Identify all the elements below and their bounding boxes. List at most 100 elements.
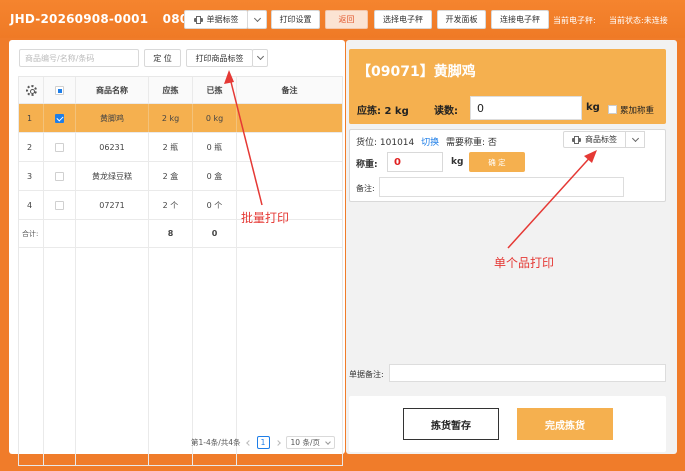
total-empty [44, 220, 76, 247]
current-status-label: 当前状态: [609, 16, 644, 25]
column-memo: 备注 [237, 77, 342, 103]
grid-line [43, 248, 44, 465]
row-checkbox-cell[interactable] [44, 104, 76, 132]
switch-link[interactable]: 切换 [421, 138, 439, 148]
current-status: 当前状态:未连接 [609, 15, 668, 26]
order-label-dropdown[interactable] [247, 10, 267, 29]
dev-panel-button[interactable]: 开发面板 [437, 10, 486, 29]
table-row[interactable]: 2 06231 2 瓶 0 瓶 [19, 133, 342, 162]
page-size-select[interactable]: 10 条/页 [285, 436, 335, 449]
prev-page-icon[interactable] [245, 439, 252, 446]
chevron-down-icon [325, 438, 331, 445]
batch-print-annotation: 批量打印 [241, 211, 290, 225]
single-print-annotation: 单个品打印 [494, 256, 555, 270]
row-picked: 0 kg [193, 104, 237, 132]
row-checkbox[interactable] [55, 142, 64, 152]
row-memo [237, 104, 342, 132]
chevron-down-icon [253, 14, 261, 22]
reading-input[interactable]: 0 [470, 96, 582, 120]
row-picked: 0 盒 [193, 162, 237, 190]
printer-icon [193, 15, 203, 24]
row-name: 07271 [76, 191, 149, 219]
row-checkbox[interactable] [55, 200, 64, 210]
connect-scale-button[interactable]: 连接电子秤 [491, 10, 549, 29]
table-row[interactable]: 1 黄脚鸡 2 kg 0 kg [19, 104, 342, 133]
order-number: JHD-20260908-0001 [10, 12, 149, 26]
print-product-label-button[interactable]: 打印商品标签 [186, 49, 253, 67]
column-required: 应拣 [149, 77, 193, 103]
row-checkbox-cell[interactable] [44, 133, 76, 161]
table-total-row: 合计: 8 0 [19, 220, 342, 248]
row-index: 4 [19, 191, 44, 219]
search-input[interactable] [19, 49, 139, 67]
next-page-icon[interactable] [274, 439, 281, 446]
required-quantity: 应拣: 2 kg [357, 106, 409, 117]
gear-icon [25, 84, 37, 96]
order-memo-input[interactable] [389, 364, 666, 382]
hold-picking-button[interactable]: 拣货暂存 [403, 408, 499, 440]
row-picked: 0 个 [193, 191, 237, 219]
column-picked: 已拣 [193, 77, 237, 103]
grid-line [148, 248, 149, 465]
print-label-dropdown[interactable] [252, 49, 268, 67]
select-scale-button[interactable]: 选择电子秤 [374, 10, 432, 29]
row-required: 2 瓶 [149, 133, 193, 161]
locate-button[interactable]: 定 位 [144, 49, 181, 67]
row-required: 2 盒 [149, 162, 193, 190]
row-memo [237, 133, 342, 161]
grid-line [236, 248, 237, 465]
grid-line [75, 248, 76, 465]
order-label-button[interactable]: 单据标签 [184, 10, 248, 29]
top-bar: JHD-20260908-0001 0804 单据标签 打印设置 返回 选择电子… [0, 0, 685, 38]
product-table: 商品名称 应拣 已拣 备注 1 黄脚鸡 2 kg 0 kg 2 06231 2 … [18, 76, 343, 466]
row-memo [237, 162, 342, 190]
print-settings-button[interactable]: 打印设置 [271, 10, 320, 29]
printer-icon [572, 135, 581, 144]
total-empty-name [76, 220, 149, 247]
current-status-value: 未连接 [643, 16, 668, 25]
action-footer: 拣货暂存 完成拣货 [349, 396, 666, 452]
product-list-panel: 定 位 打印商品标签 商品名称 应拣 已拣 备注 1 黄脚鸡 2 kg 0 kg… [9, 40, 345, 466]
table-header: 商品名称 应拣 已拣 备注 [19, 77, 342, 104]
row-index: 3 [19, 162, 44, 190]
reading-unit: kg [586, 102, 600, 113]
product-label-dropdown[interactable] [625, 131, 645, 148]
select-all-checkbox[interactable] [55, 85, 64, 95]
row-required: 2 kg [149, 104, 193, 132]
row-checkbox-cell[interactable] [44, 162, 76, 190]
row-name: 黄龙绿豆糕 [76, 162, 149, 190]
memo-label: 备注: [356, 184, 375, 193]
weigh-input[interactable]: 0 [387, 152, 443, 172]
row-index: 2 [19, 133, 44, 161]
need-weigh-label: 需要称重: 否 [446, 138, 497, 148]
row-name: 黄脚鸡 [76, 104, 149, 132]
memo-input[interactable] [379, 177, 624, 197]
weigh-label: 称重: [356, 160, 378, 170]
column-name: 商品名称 [76, 77, 149, 103]
row-index: 1 [19, 104, 44, 132]
row-checkbox-cell[interactable] [44, 191, 76, 219]
product-detail-box: 货位: 101014 切换 需要称重: 否 商品标签 称重: 0 kg 确 定 … [349, 129, 666, 202]
chevron-down-icon [256, 52, 264, 61]
chevron-down-icon [631, 134, 639, 142]
product-label-text: 商品标签 [585, 135, 617, 144]
row-picked: 0 瓶 [193, 133, 237, 161]
back-button[interactable]: 返回 [325, 10, 368, 29]
pagination: 第1-4条/共4条 1 10 条/页 [191, 436, 335, 449]
select-all-cell[interactable] [44, 77, 76, 103]
complete-picking-button[interactable]: 完成拣货 [517, 408, 613, 440]
table-row[interactable]: 3 黄龙绿豆糕 2 盒 0 盒 [19, 162, 342, 191]
row-checkbox[interactable] [55, 171, 64, 181]
page-number[interactable]: 1 [256, 436, 270, 449]
accumulate-checkbox[interactable] [608, 105, 617, 114]
confirm-button[interactable]: 确 定 [469, 152, 525, 172]
table-row[interactable]: 4 07271 2 个 0 个 [19, 191, 342, 220]
product-header: 【09071】黄脚鸡 应拣: 2 kg 读数: 0 kg 累加称重 [349, 49, 666, 124]
row-checkbox[interactable] [55, 113, 64, 123]
accumulate-label: 累加称重 [620, 106, 655, 116]
picking-detail-panel: 【09071】黄脚鸡 应拣: 2 kg 读数: 0 kg 累加称重 货位: 10… [346, 40, 677, 454]
column-settings[interactable] [19, 77, 44, 103]
row-name: 06231 [76, 133, 149, 161]
order-title: JHD-20260908-0001 0804 [10, 12, 197, 26]
location-info: 货位: 101014 切换 需要称重: 否 [356, 135, 497, 148]
